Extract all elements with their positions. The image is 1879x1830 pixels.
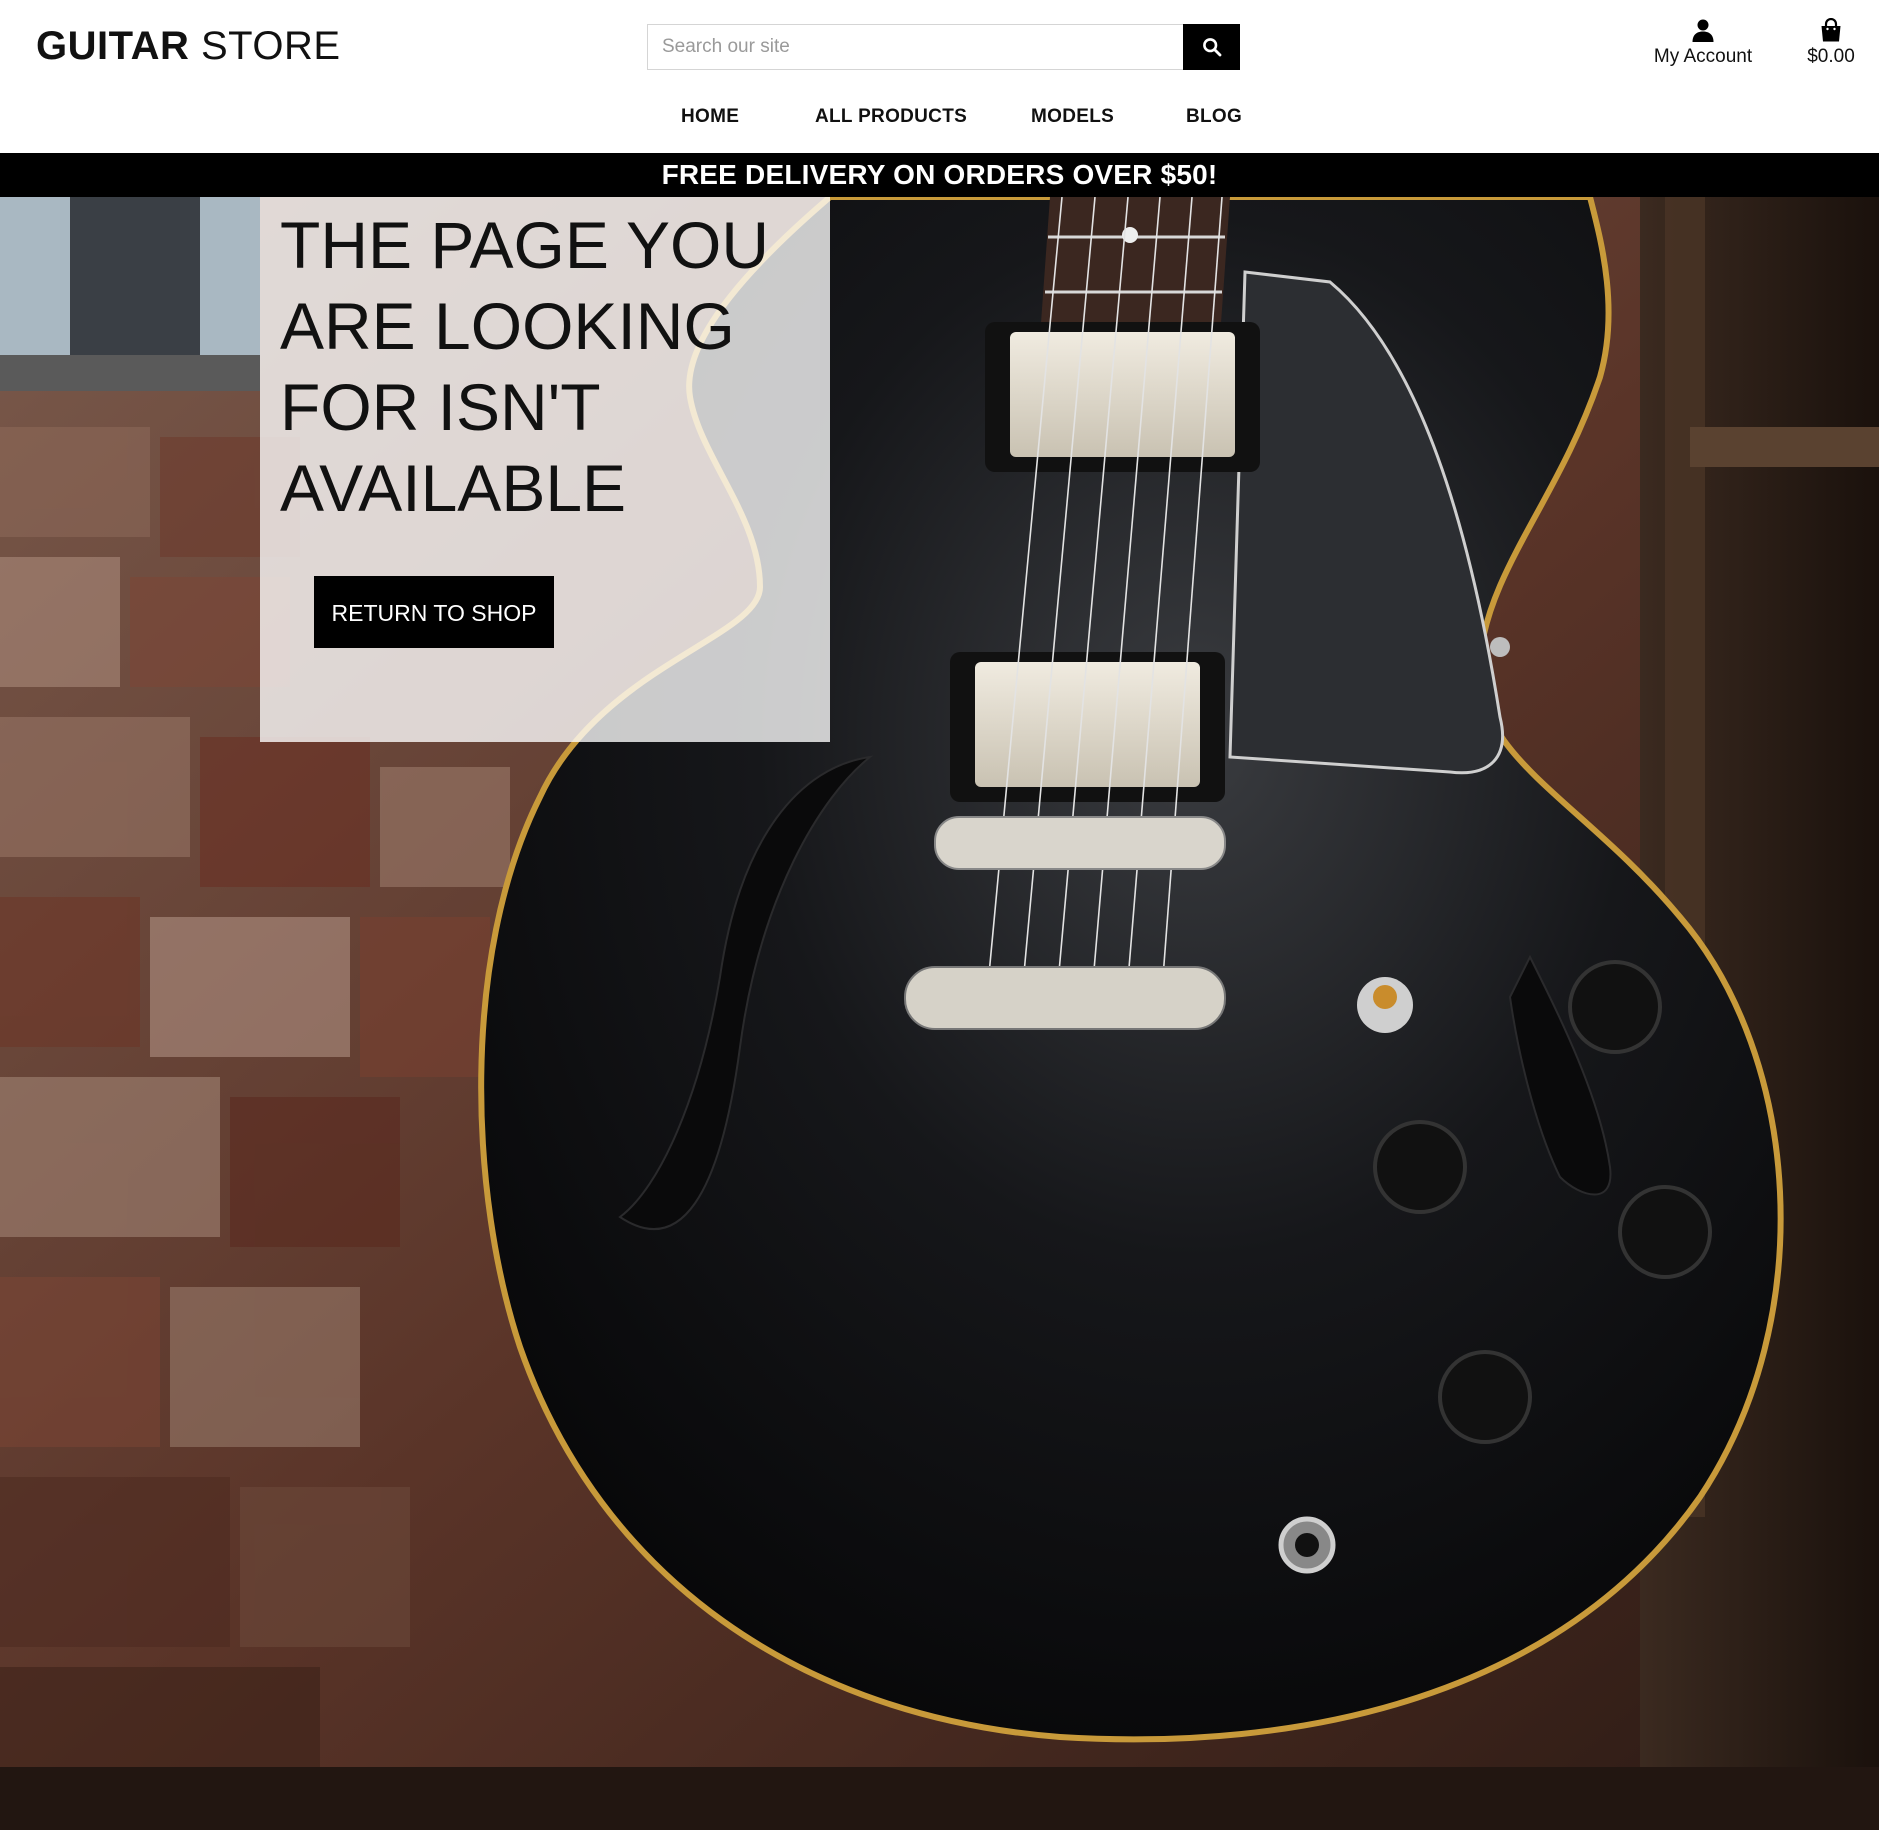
search-button[interactable]: [1183, 24, 1240, 70]
my-account-link[interactable]: My Account: [1640, 18, 1766, 68]
search-form: [647, 24, 1240, 70]
basket-link[interactable]: $0.00: [1796, 18, 1866, 68]
user-icon: [1692, 19, 1714, 42]
search-icon: [1202, 38, 1221, 57]
site-header: GUITAR STORE My Account $0.00 HOME ALL P…: [0, 0, 1879, 153]
my-account-label: My Account: [1653, 46, 1753, 67]
nav-item-blog[interactable]: BLOG: [1186, 106, 1242, 128]
hero-section: THE PAGE YOU ARE LOOKING FOR ISN'T AVAIL…: [0, 197, 1879, 1830]
logo-bold-text: GUITAR: [36, 24, 190, 68]
page-not-found-panel: THE PAGE YOU ARE LOOKING FOR ISN'T AVAIL…: [260, 197, 830, 742]
search-input[interactable]: [647, 24, 1183, 70]
main-nav: HOME ALL PRODUCTS MODELS BLOG: [0, 106, 1879, 136]
nav-item-all-products[interactable]: ALL PRODUCTS: [815, 106, 967, 128]
logo-regular-text: STORE: [200, 24, 341, 68]
site-logo[interactable]: GUITAR STORE: [36, 24, 341, 69]
return-to-shop-button[interactable]: RETURN TO SHOP: [314, 576, 554, 648]
basket-total: $0.00: [1807, 46, 1855, 67]
free-delivery-banner: FREE DELIVERY ON ORDERS OVER $50!: [0, 153, 1879, 197]
nav-item-home[interactable]: HOME: [681, 106, 739, 128]
nav-item-models[interactable]: MODELS: [1031, 106, 1114, 128]
page-not-found-heading: THE PAGE YOU ARE LOOKING FOR ISN'T AVAIL…: [280, 208, 770, 525]
shopping-bag-icon: [1821, 18, 1841, 42]
